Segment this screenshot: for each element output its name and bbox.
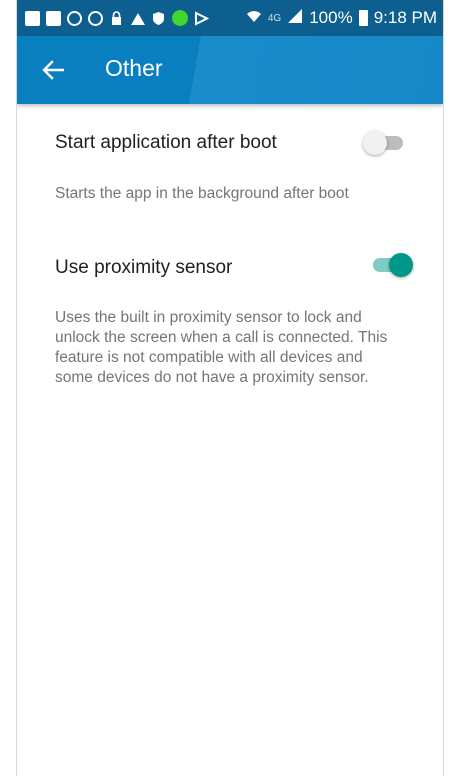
setting-description: Uses the built in proximity sensor to lo… — [55, 309, 388, 386]
back-button[interactable] — [37, 54, 69, 86]
shield-icon — [151, 11, 166, 26]
page-title: Other — [105, 55, 163, 81]
battery-icon — [358, 10, 368, 26]
image-icon — [46, 10, 61, 26]
setting-proximity-sensor[interactable]: Use proximity sensor Uses the built in p… — [17, 224, 443, 424]
phone-screen: 4G 100% 9:18 PM Other Start application … — [16, 0, 444, 776]
lock-icon — [109, 10, 124, 26]
setting-title: Start application after boot — [55, 132, 277, 153]
status-bar: 4G 100% 9:18 PM — [17, 0, 443, 36]
network-label: 4G — [267, 12, 282, 24]
signal-icon — [287, 8, 303, 29]
notification-icons — [17, 10, 210, 26]
checkbox-icon — [25, 10, 40, 26]
system-status: 4G 100% 9:18 PM — [246, 0, 437, 36]
play-icon — [194, 10, 210, 26]
setting-title: Use proximity sensor — [55, 257, 233, 278]
alarm-icon — [130, 11, 145, 26]
battery-percent: 100% — [309, 8, 353, 27]
setting-start-after-boot[interactable]: Start application after boot Starts the … — [17, 104, 443, 224]
sync-icon — [88, 10, 103, 26]
sync-icon — [67, 10, 82, 26]
proximity-sensor-switch[interactable] — [369, 250, 413, 280]
arrow-left-icon — [42, 60, 64, 80]
switch-thumb — [363, 131, 387, 155]
green-dot-icon — [172, 10, 188, 26]
wifi-icon — [246, 8, 262, 28]
app-bar: Other — [17, 36, 443, 104]
clock: 9:18 PM — [373, 8, 437, 27]
setting-description: Starts the app in the background after b… — [55, 185, 349, 202]
start-after-boot-switch[interactable] — [363, 128, 407, 158]
switch-thumb — [389, 253, 413, 277]
